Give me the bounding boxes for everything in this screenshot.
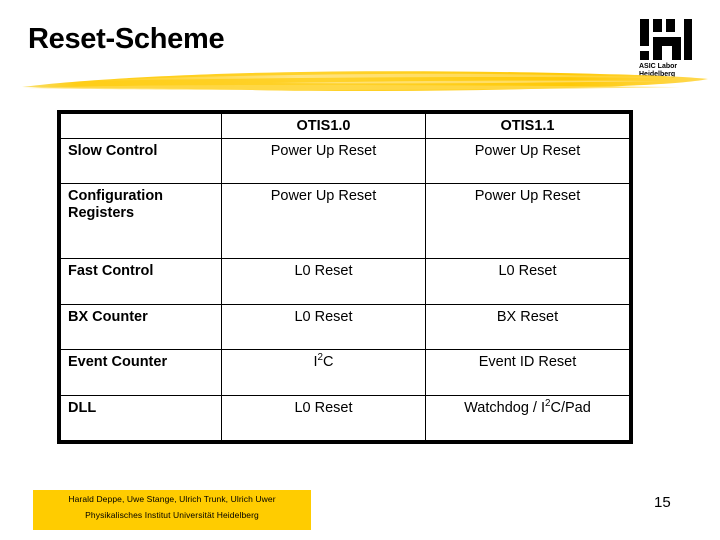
cell-slow-control-otis10: Power Up Reset: [221, 137, 426, 185]
asic-labor-logo-icon: [639, 18, 693, 62]
cell-event-counter-otis11: Event ID Reset: [425, 349, 630, 396]
column-header-otis11: OTIS1.1: [425, 113, 630, 139]
page-number: 15: [654, 494, 671, 511]
cell-slow-control-otis11: Power Up Reset: [425, 137, 630, 185]
row-label-dll: DLL: [60, 394, 222, 442]
table-row: BX Counter L0 Reset BX Reset: [60, 303, 630, 351]
cell-fast-control-otis10: L0 Reset: [221, 258, 426, 305]
row-label-fast-control: Fast Control: [60, 258, 222, 305]
table-row: Slow Control Power Up Reset Power Up Res…: [60, 137, 630, 185]
footer-authors: Harald Deppe, Uwe Stange, Ulrich Trunk, …: [68, 494, 276, 504]
table-row: DLL L0 Reset Watchdog / I2C/Pad: [60, 394, 630, 442]
cell-dll-otis11: Watchdog / I2C/Pad: [425, 394, 630, 442]
reset-scheme-table: OTIS1.0 OTIS1.1 Slow Control Power Up Re…: [57, 110, 633, 444]
table-row: Fast Control L0 Reset L0 Reset: [60, 258, 630, 305]
footer-credits-box: Harald Deppe, Uwe Stange, Ulrich Trunk, …: [33, 490, 311, 530]
row-label-slow-control: Slow Control: [60, 137, 222, 185]
page-title: Reset-Scheme: [28, 23, 225, 55]
column-header-blank: [60, 113, 222, 139]
cell-configuration-registers-otis11: Power Up Reset: [425, 183, 630, 260]
footer-institute: Physikalisches Institut Universität Heid…: [85, 510, 259, 520]
table-header-row: OTIS1.0 OTIS1.1: [60, 113, 630, 139]
cell-event-counter-otis10: I2C: [221, 349, 426, 396]
cell-fast-control-otis11: L0 Reset: [425, 258, 630, 305]
cell-bx-counter-otis10: L0 Reset: [221, 303, 426, 351]
cell-configuration-registers-otis10: Power Up Reset: [221, 183, 426, 260]
yellow-brush-stroke-icon: [20, 66, 710, 96]
table-row: Configuration Registers Power Up Reset P…: [60, 183, 630, 260]
cell-bx-counter-otis11: BX Reset: [425, 303, 630, 351]
table-row: Event Counter I2C Event ID Reset: [60, 349, 630, 396]
row-label-bx-counter: BX Counter: [60, 303, 222, 351]
row-label-event-counter: Event Counter: [60, 349, 222, 396]
row-label-configuration-registers: Configuration Registers: [60, 183, 222, 260]
cell-dll-otis10: L0 Reset: [221, 394, 426, 442]
column-header-otis10: OTIS1.0: [221, 113, 426, 139]
